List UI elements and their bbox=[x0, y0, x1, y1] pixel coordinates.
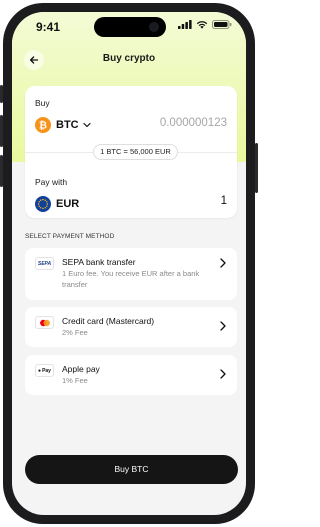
action-button bbox=[0, 85, 3, 103]
chevron-right-icon bbox=[220, 321, 226, 331]
phone-screen: 9:41 Buy crypto Buy ₿ BTC 0.000000123 1 … bbox=[12, 12, 246, 515]
status-time: 9:41 bbox=[36, 20, 61, 34]
apple-icon: ● bbox=[38, 367, 42, 374]
payment-method-apple-pay[interactable]: ● Pay Apple pay 1% Fee bbox=[25, 355, 237, 395]
volume-down-button bbox=[0, 155, 3, 187]
buy-amount-input[interactable]: 0.000000123 bbox=[160, 117, 227, 129]
sepa-logo-text: SEPA bbox=[37, 260, 52, 267]
payment-method-title: Credit card (Mastercard) bbox=[62, 316, 155, 326]
exchange-rate-badge: 1 BTC = 56,000 EUR bbox=[93, 144, 178, 160]
buy-currency-label: BTC bbox=[56, 119, 79, 131]
chevron-down-icon bbox=[83, 122, 91, 128]
buy-currency-selector[interactable]: BTC bbox=[56, 119, 91, 131]
camera-icon bbox=[149, 22, 159, 32]
cellular-signal-icon bbox=[178, 20, 192, 29]
buy-label: Buy bbox=[35, 98, 50, 108]
phone-frame: 9:41 Buy crypto Buy ₿ BTC 0.000000123 1 … bbox=[0, 3, 258, 524]
dynamic-island bbox=[94, 17, 166, 37]
payment-method-title: Apple pay bbox=[62, 364, 100, 374]
status-icons bbox=[178, 20, 232, 29]
payment-method-credit-card[interactable]: Credit card (Mastercard) 2% Fee bbox=[25, 307, 237, 347]
battery-icon bbox=[212, 20, 232, 29]
chevron-right-icon bbox=[220, 369, 226, 379]
sepa-logo-icon: SEPA bbox=[35, 257, 54, 270]
apple-pay-logo-icon: ● Pay bbox=[35, 364, 54, 377]
chevron-right-icon bbox=[220, 258, 226, 268]
top-bar: Buy crypto bbox=[12, 50, 246, 72]
volume-up-button bbox=[0, 115, 3, 147]
bitcoin-icon: ₿ bbox=[35, 117, 51, 133]
pay-amount-input[interactable]: 1 bbox=[221, 195, 227, 207]
payment-method-section-label: SELECT PAYMENT METHOD bbox=[25, 233, 115, 240]
buy-button[interactable]: Buy BTC bbox=[25, 455, 238, 484]
wifi-icon bbox=[196, 21, 208, 29]
exchange-card: Buy ₿ BTC 0.000000123 1 BTC = 56,000 EUR… bbox=[25, 86, 237, 218]
payment-method-title: SEPA bank transfer bbox=[62, 257, 136, 267]
pay-with-label: Pay with bbox=[35, 177, 68, 187]
payment-method-subtitle: 2% Fee bbox=[62, 328, 88, 337]
page-title: Buy crypto bbox=[102, 53, 156, 64]
payment-method-subtitle: 1% Fee bbox=[62, 376, 88, 385]
eu-flag-icon bbox=[35, 196, 51, 212]
mastercard-logo-icon bbox=[35, 316, 54, 329]
payment-method-subtitle: 1 Euro fee. You receive EUR after a bank… bbox=[62, 269, 200, 289]
pay-currency-label[interactable]: EUR bbox=[56, 198, 79, 210]
apple-pay-logo-text: Pay bbox=[42, 367, 51, 374]
payment-method-sepa[interactable]: SEPA SEPA bank transfer 1 Euro fee. You … bbox=[25, 248, 237, 300]
svg-text:₿: ₿ bbox=[39, 120, 47, 132]
status-bar: 9:41 bbox=[12, 12, 246, 42]
power-button bbox=[255, 143, 258, 193]
